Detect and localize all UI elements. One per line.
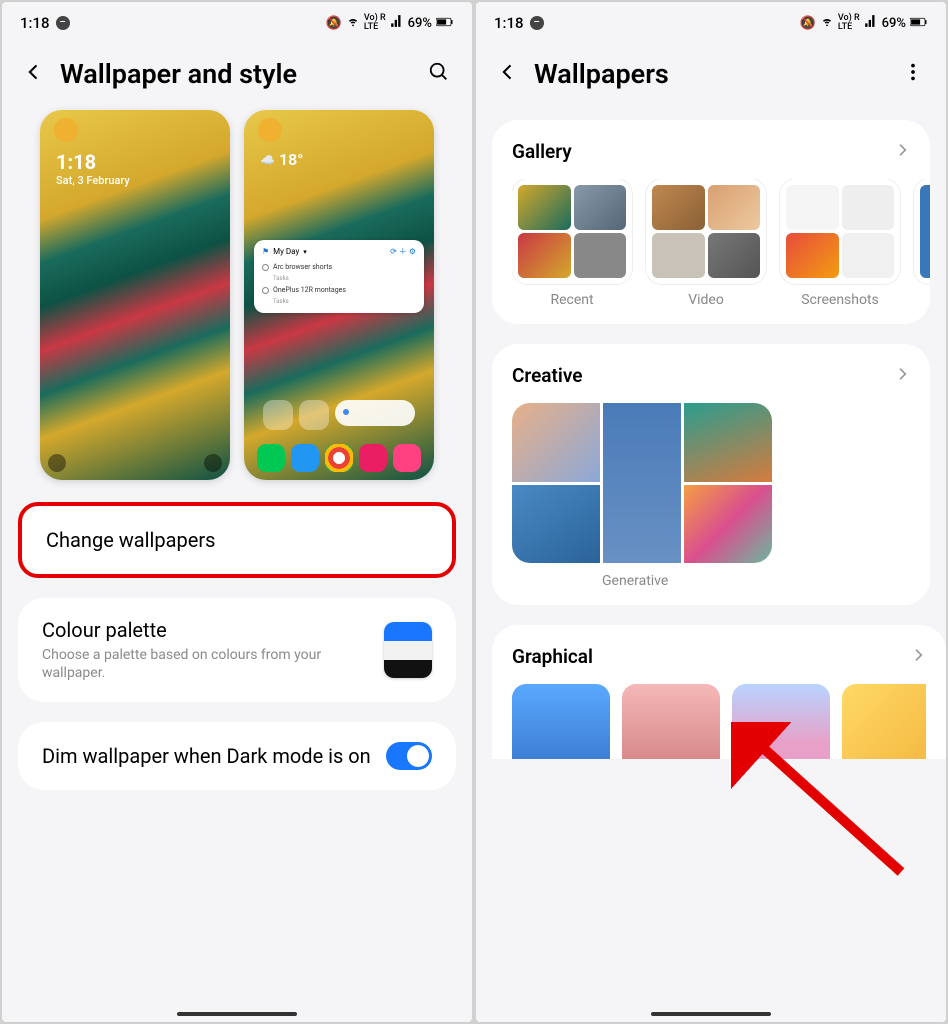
battery-percent: 69% xyxy=(882,16,906,31)
weather-widget: ☁️18° xyxy=(260,150,303,169)
gallery-more[interactable] xyxy=(914,179,930,308)
signal-icon xyxy=(864,14,878,32)
home-indicator[interactable] xyxy=(651,1012,771,1016)
lock-screen-preview[interactable]: 1:18 Sat, 3 February xyxy=(40,110,230,480)
chevron-right-icon[interactable] xyxy=(894,366,910,386)
app-folder xyxy=(299,400,329,430)
more-icon[interactable] xyxy=(902,61,924,87)
back-icon[interactable] xyxy=(498,62,518,86)
messages-app-icon xyxy=(291,444,319,472)
colour-palette-subtitle: Choose a palette based on colours from y… xyxy=(42,646,370,682)
lock-camera-icon xyxy=(204,454,222,472)
battery-icon xyxy=(910,16,928,31)
status-right: 🔕 Vo) RLTE 69% xyxy=(326,14,454,32)
mute-icon: 🔕 xyxy=(326,16,342,31)
chevron-right-icon[interactable] xyxy=(910,647,926,667)
phone-app-icon xyxy=(257,444,285,472)
signal-icon xyxy=(390,14,404,32)
graphical-wallpaper[interactable] xyxy=(622,684,720,759)
lock-date: Sat, 3 February xyxy=(56,174,130,187)
gallery-title: Gallery xyxy=(512,140,572,163)
camera-app-icon xyxy=(393,444,421,472)
battery-icon xyxy=(436,16,454,31)
graphical-section: Graphical xyxy=(492,625,946,759)
phone-left: 1:18 – 🔕 Vo) RLTE 69% Wallpaper and styl… xyxy=(2,2,472,1022)
search-icon[interactable] xyxy=(428,61,450,87)
nav-header: Wallpaper and style xyxy=(2,44,472,110)
wifi-icon xyxy=(346,14,360,32)
creative-title: Creative xyxy=(512,364,582,387)
graphical-wallpaper[interactable] xyxy=(732,684,830,759)
gallery-recent[interactable]: Recent xyxy=(512,179,632,308)
palette-swatch xyxy=(384,622,432,678)
dnd-icon: – xyxy=(56,16,70,30)
lock-time: 1:18 xyxy=(56,150,130,174)
gallery-app-icon xyxy=(359,444,387,472)
gallery-section: Gallery Recent xyxy=(492,120,930,324)
wifi-icon xyxy=(820,14,834,32)
creative-generative[interactable]: Generative xyxy=(512,403,910,589)
gallery-screenshots[interactable]: Screenshots xyxy=(780,179,900,308)
status-bar: 1:18 – 🔕 Vo) RLTE 69% xyxy=(476,2,946,44)
status-time: 1:18 xyxy=(494,14,524,32)
status-bar: 1:18 – 🔕 Vo) RLTE 69% xyxy=(2,2,472,44)
colour-palette-title: Colour palette xyxy=(42,618,370,642)
status-right: 🔕 Vo) RLTE 69% xyxy=(800,14,928,32)
lock-phone-icon xyxy=(48,454,66,472)
home-screen-preview[interactable]: ☁️18° ⚑My Day▾⟳ ＋ ⚙ Arc browser shorts T… xyxy=(244,110,434,480)
chrome-app-icon xyxy=(325,444,353,472)
graphical-title: Graphical xyxy=(512,645,593,668)
creative-section: Creative Generative xyxy=(492,344,930,605)
colour-palette-row[interactable]: Colour palette Choose a palette based on… xyxy=(18,598,456,702)
volte-icon: Vo) RLTE xyxy=(364,14,386,32)
back-icon[interactable] xyxy=(24,62,44,86)
volte-icon: Vo) RLTE xyxy=(838,14,860,32)
phone-right: 1:18 – 🔕 Vo) RLTE 69% Wallpapers xyxy=(476,2,946,1022)
battery-percent: 69% xyxy=(408,16,432,31)
status-time: 1:18 xyxy=(20,14,50,32)
task-widget: ⚑My Day▾⟳ ＋ ⚙ Arc browser shorts Tasks O… xyxy=(254,240,424,313)
dim-wallpaper-toggle[interactable] xyxy=(386,742,432,770)
nav-header: Wallpapers xyxy=(476,44,946,110)
dnd-icon: – xyxy=(530,16,544,30)
home-indicator[interactable] xyxy=(177,1012,297,1016)
dim-wallpaper-row[interactable]: Dim wallpaper when Dark mode is on xyxy=(18,722,456,790)
google-search-pill xyxy=(335,400,415,426)
change-wallpapers-button[interactable]: Change wallpapers xyxy=(18,502,456,578)
dim-wallpaper-title: Dim wallpaper when Dark mode is on xyxy=(42,744,372,768)
page-title: Wallpapers xyxy=(534,58,886,90)
graphical-wallpaper[interactable] xyxy=(842,684,926,759)
graphical-wallpaper[interactable] xyxy=(512,684,610,759)
page-title: Wallpaper and style xyxy=(60,58,412,90)
app-folder xyxy=(263,400,293,430)
mute-icon: 🔕 xyxy=(800,16,816,31)
gallery-video[interactable]: Video xyxy=(646,179,766,308)
wallpaper-previews: 1:18 Sat, 3 February ☁️18° ⚑My Day▾⟳ ＋ ⚙… xyxy=(2,110,472,492)
chevron-right-icon[interactable] xyxy=(894,142,910,162)
